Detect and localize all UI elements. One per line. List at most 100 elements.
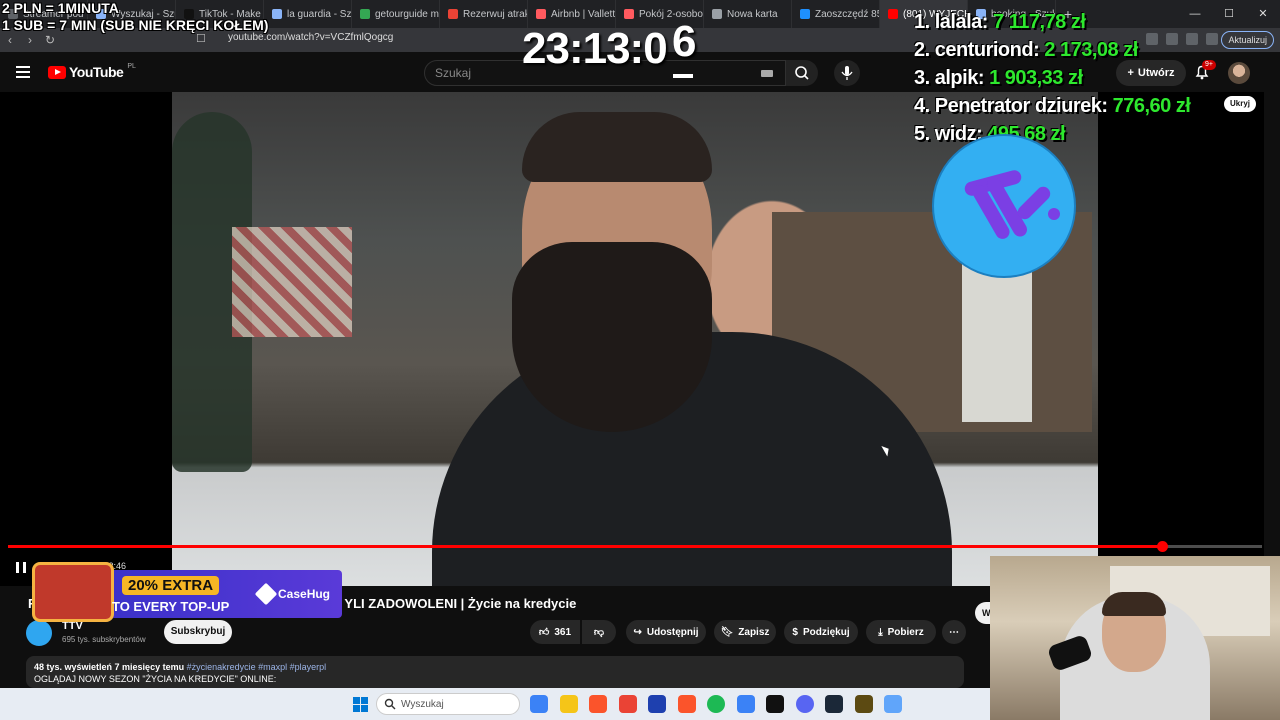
url-field[interactable]: youtube.com/watch?v=VCZfmlQogcg [228,32,393,43]
sub-rule: 1 SUB = 7 MIN (SUB NIE KRĘCI KOŁEM) [2,17,269,33]
screen: Streamer podWyszukaj - SzukaTikTok - Mak… [0,0,1280,720]
progress-bar[interactable] [8,541,1262,552]
tab-favicon-icon [800,9,810,19]
taskbar-app-icon[interactable] [884,695,902,713]
video-title-end: YLI ZADOWOLENI | Życie na kredycie [344,596,577,611]
taskbar-search [376,693,520,715]
like-count: 361 [554,626,572,638]
save-label: Zapisz [738,626,770,638]
browser-tab[interactable]: Nowa karta [704,0,792,28]
browser-tab[interactable]: Rezerwuj atrakc [440,0,528,28]
progress-scrubber[interactable] [1156,541,1168,552]
share-button[interactable]: ↪ Udostępnij [626,620,706,644]
taskbar-app-icon[interactable] [707,695,725,713]
taskbar-app-icon[interactable] [589,695,607,713]
voice-search-button[interactable] [834,60,860,86]
leaderboard-name: alpik: [934,67,985,89]
tab-favicon-icon [272,9,282,19]
maximize-icon[interactable]: ☐ [1212,0,1246,28]
bookmark-icon[interactable]: ☐ [196,32,206,45]
leaderboard-row: 2. centuriond: 2 173,08 zł [914,36,1190,64]
taskbar-app-icon[interactable] [825,695,843,713]
leaderboard-rank: 1. [914,11,930,33]
leaderboard-name: lalala: [934,11,989,33]
like-button[interactable]: 👍︎ 361 [530,620,580,644]
ad-brand: CaseHug [254,582,330,606]
scene-laundry [232,227,352,337]
browser-tab[interactable]: la guardia - Szuk [264,0,352,28]
streamer-hair [1102,592,1166,616]
thumbs-up-icon: 👍︎ [538,627,550,638]
tab-favicon-icon [448,9,458,19]
taskbar-search-input[interactable] [377,694,517,715]
account-avatar[interactable] [1228,62,1250,84]
donation-rule: 2 PLN = 1MINUTA [2,0,119,16]
taskbar-app-icon[interactable] [648,695,666,713]
view-stats: 48 tys. wyświetleń 7 miesięcy temu [34,662,185,672]
leaderboard-name: Penetrator dziurek: [934,95,1108,117]
subscribe-button[interactable]: Subskrybuj [164,620,232,644]
pause-icon[interactable] [16,562,26,573]
window-controls: — ☐ ✕ [1178,0,1280,28]
casehug-ad[interactable]: 20% EXTRA TO EVERY TOP-UP CaseHug [32,562,342,622]
description-line: OGLĄDAJ NOWY SEZON "ŻYCIA NA KREDYCIE" O… [34,674,277,684]
menu-icon[interactable] [16,66,30,78]
leaderboard-amount: 1 903,33 zł [989,67,1083,89]
leaderboard-amount: 2 173,08 zł [1044,39,1138,61]
hashtags[interactable]: #życienakredycie #maxpl #playerpl [187,662,327,672]
notification-badge: 9+ [1202,60,1216,70]
leaderboard-row: 1. lalala: 7 117,78 zł [914,8,1190,36]
description-box[interactable]: 48 tys. wyświetleń 7 miesięcy temu #życi… [26,656,964,688]
youtube-play-icon [48,65,66,79]
forward-icon[interactable]: › [20,33,40,47]
thanks-button[interactable]: $ Podziękuj [784,620,858,644]
treasure-chest-icon [32,562,114,622]
leaderboard-amount: 7 117,78 zł [993,11,1086,33]
windows-taskbar [0,688,990,720]
tab-label: Rezerwuj atrakc [463,8,528,20]
hide-button[interactable]: Ukryj [1224,96,1257,112]
taskbar-app-icon[interactable] [677,695,696,713]
youtube-logo[interactable]: YouTube PL [48,63,136,80]
taskbar-app-icon[interactable] [559,695,578,713]
windows-start-icon[interactable] [353,697,368,712]
tab-label: la guardia - Szuk [287,8,352,20]
search-icon [384,698,396,710]
taskbar-app-icon[interactable] [736,695,755,713]
search-icon [795,66,809,80]
download-button[interactable]: ⤓ Pobierz [866,620,936,644]
more-icon: ⋯ [949,626,959,638]
casehug-logo-icon [254,582,278,606]
share-label: Udostępnij [646,626,699,638]
tab-label: Zaoszczędź 85 [815,8,880,20]
browser-tab[interactable]: Zaoszczędź 85 [792,0,880,28]
leaderboard-amount: 776,60 zł [1112,95,1191,117]
keyboard-icon[interactable] [761,70,773,77]
more-actions-button[interactable]: ⋯ [942,620,966,644]
extension-icon[interactable] [1206,33,1218,45]
microphone-icon [841,66,853,80]
taskbar-app-icon[interactable] [854,695,873,713]
ad-headline: 20% EXTRA [122,576,220,595]
taskbar-app-icon[interactable] [766,695,784,713]
taskbar-app-icon[interactable] [795,695,814,713]
back-icon[interactable]: ‹ [0,33,20,47]
save-button[interactable]: 🔖︎ Zapisz [714,620,776,644]
reload-icon[interactable]: ↻ [40,33,60,47]
browser-tab[interactable]: getourguide ma [352,0,440,28]
taskbar-app-icon[interactable] [618,695,637,713]
download-label: Pobierz [887,626,924,638]
update-button[interactable]: Aktualizuj [1221,31,1274,49]
tab-favicon-icon [888,9,898,19]
search-button[interactable] [786,60,818,86]
leaderboard-name: centuriond: [934,39,1040,61]
donation-leaderboard: 1. lalala: 7 117,78 zł 2. centuriond: 2 … [914,8,1191,148]
progress-played [8,545,1162,548]
taskbar-app-icon[interactable] [530,695,548,713]
tab-label: getourguide ma [375,8,440,20]
channel-avatar[interactable] [26,620,52,646]
youtube-wordmark: YouTube [69,64,124,80]
close-icon[interactable]: ✕ [1246,0,1280,28]
share-icon: ↪ [633,626,642,638]
dislike-button[interactable]: 👎︎ [582,620,616,644]
